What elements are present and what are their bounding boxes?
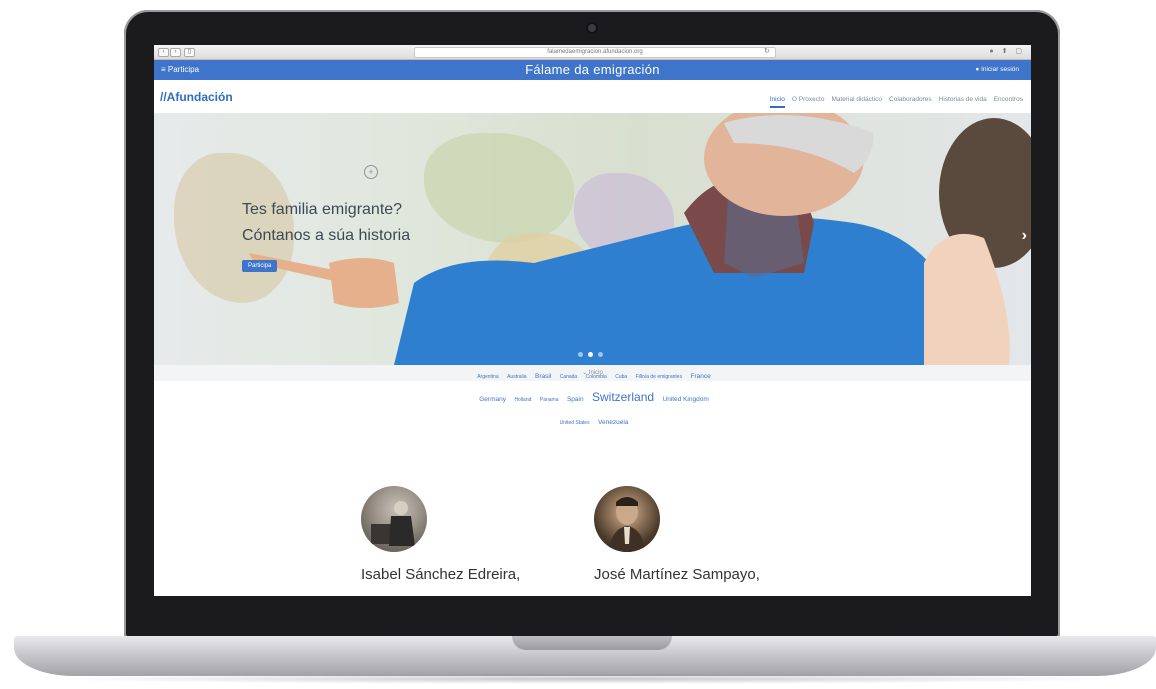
hero-heading-line2: Cóntanos a súa historia xyxy=(242,227,411,244)
person-name[interactable]: Isabel Sánchez Edreira, xyxy=(361,566,520,583)
portrait-photo xyxy=(608,497,646,552)
nav-item-inicio[interactable]: Inicio xyxy=(769,96,785,108)
carousel-dots xyxy=(578,352,603,357)
tag-link[interactable]: Panama xyxy=(540,397,559,404)
hero-heading-line1: Tes familia emigrante? xyxy=(242,201,403,218)
logo-text: Afundación xyxy=(166,90,233,104)
tag-link[interactable]: Germany xyxy=(479,395,506,404)
nav-item-proxecto[interactable]: O Proxecto xyxy=(792,96,825,108)
login-link[interactable]: ● Iniciar sesión xyxy=(975,66,1019,73)
login-label: Iniciar sesión xyxy=(981,66,1019,73)
tag-link[interactable]: Argentina xyxy=(477,374,498,381)
tag-link[interactable]: Cuba xyxy=(615,374,627,381)
reload-icon[interactable]: ↻ xyxy=(764,47,770,55)
tag-link[interactable]: Spain xyxy=(567,395,584,404)
tag-link[interactable]: Venezuela xyxy=(598,418,628,427)
back-icon[interactable]: ‹ xyxy=(158,48,169,57)
laptop-shadow xyxy=(40,674,1130,684)
participa-button[interactable]: Participa xyxy=(242,260,278,272)
hero-carousel: + Tes familia emigrante? Cóntanos a súa … xyxy=(154,113,1031,365)
forward-icon[interactable]: › xyxy=(170,48,181,57)
laptop-notch xyxy=(512,636,672,650)
nav-item-encontros[interactable]: Encontros xyxy=(994,96,1023,108)
tag-link[interactable]: United Kingdom xyxy=(663,395,709,404)
person-avatar[interactable] xyxy=(594,486,660,552)
carousel-dot[interactable] xyxy=(598,352,603,357)
nav-item-material[interactable]: Material didáctico xyxy=(831,96,882,108)
tag-link[interactable]: Australia xyxy=(507,374,526,381)
camera-icon xyxy=(588,24,596,32)
screen: ‹ › ▯ falamedaemigracion.afundacion.org … xyxy=(154,45,1031,596)
portrait-photo xyxy=(371,501,415,546)
site-header: //Afundación Inicio O Proxecto Material … xyxy=(154,80,1031,113)
person-name[interactable]: José Martínez Sampayo, xyxy=(594,566,760,583)
zoom-icon: + xyxy=(364,165,378,179)
carousel-dot-active[interactable] xyxy=(588,352,593,357)
tag-cloud: Argentina Australia Brasil Canada Colomb… xyxy=(474,362,714,432)
site-title: Fálame da emigración xyxy=(525,62,660,77)
tag-link[interactable]: United States xyxy=(560,420,590,427)
tag-link[interactable]: Switzerland xyxy=(592,389,654,406)
tag-link[interactable]: Holland xyxy=(514,397,531,404)
next-slide-icon[interactable]: › xyxy=(1022,227,1027,245)
carousel-dot[interactable] xyxy=(578,352,583,357)
tag-link[interactable]: Colombia xyxy=(586,374,607,381)
browser-toolbar: ‹ › ▯ falamedaemigracion.afundacion.org … xyxy=(154,45,1031,60)
nav-item-historias[interactable]: Historias de vida xyxy=(939,96,987,108)
tag-link[interactable]: Canada xyxy=(560,374,578,381)
sidebar-icon[interactable]: ▯ xyxy=(184,48,195,57)
main-nav: Inicio O Proxecto Material didáctico Col… xyxy=(769,96,1023,108)
tag-link[interactable]: Brasil xyxy=(535,372,551,381)
logo[interactable]: //Afundación xyxy=(160,90,233,104)
tag-link[interactable]: Fillo/a de emigrantes xyxy=(636,374,682,381)
nav-item-colaboradores[interactable]: Colaboradores xyxy=(889,96,932,108)
browser-extension-icons[interactable]: ● ⬆ ▢ xyxy=(989,47,1025,55)
site-topbar: ≡ Participa Fálame da emigración ● Inici… xyxy=(154,60,1031,80)
tag-link[interactable]: France xyxy=(691,372,711,381)
url-field[interactable]: falamedaemigracion.afundacion.org xyxy=(414,47,776,58)
person-avatar[interactable] xyxy=(361,486,427,552)
laptop-base xyxy=(14,636,1156,676)
